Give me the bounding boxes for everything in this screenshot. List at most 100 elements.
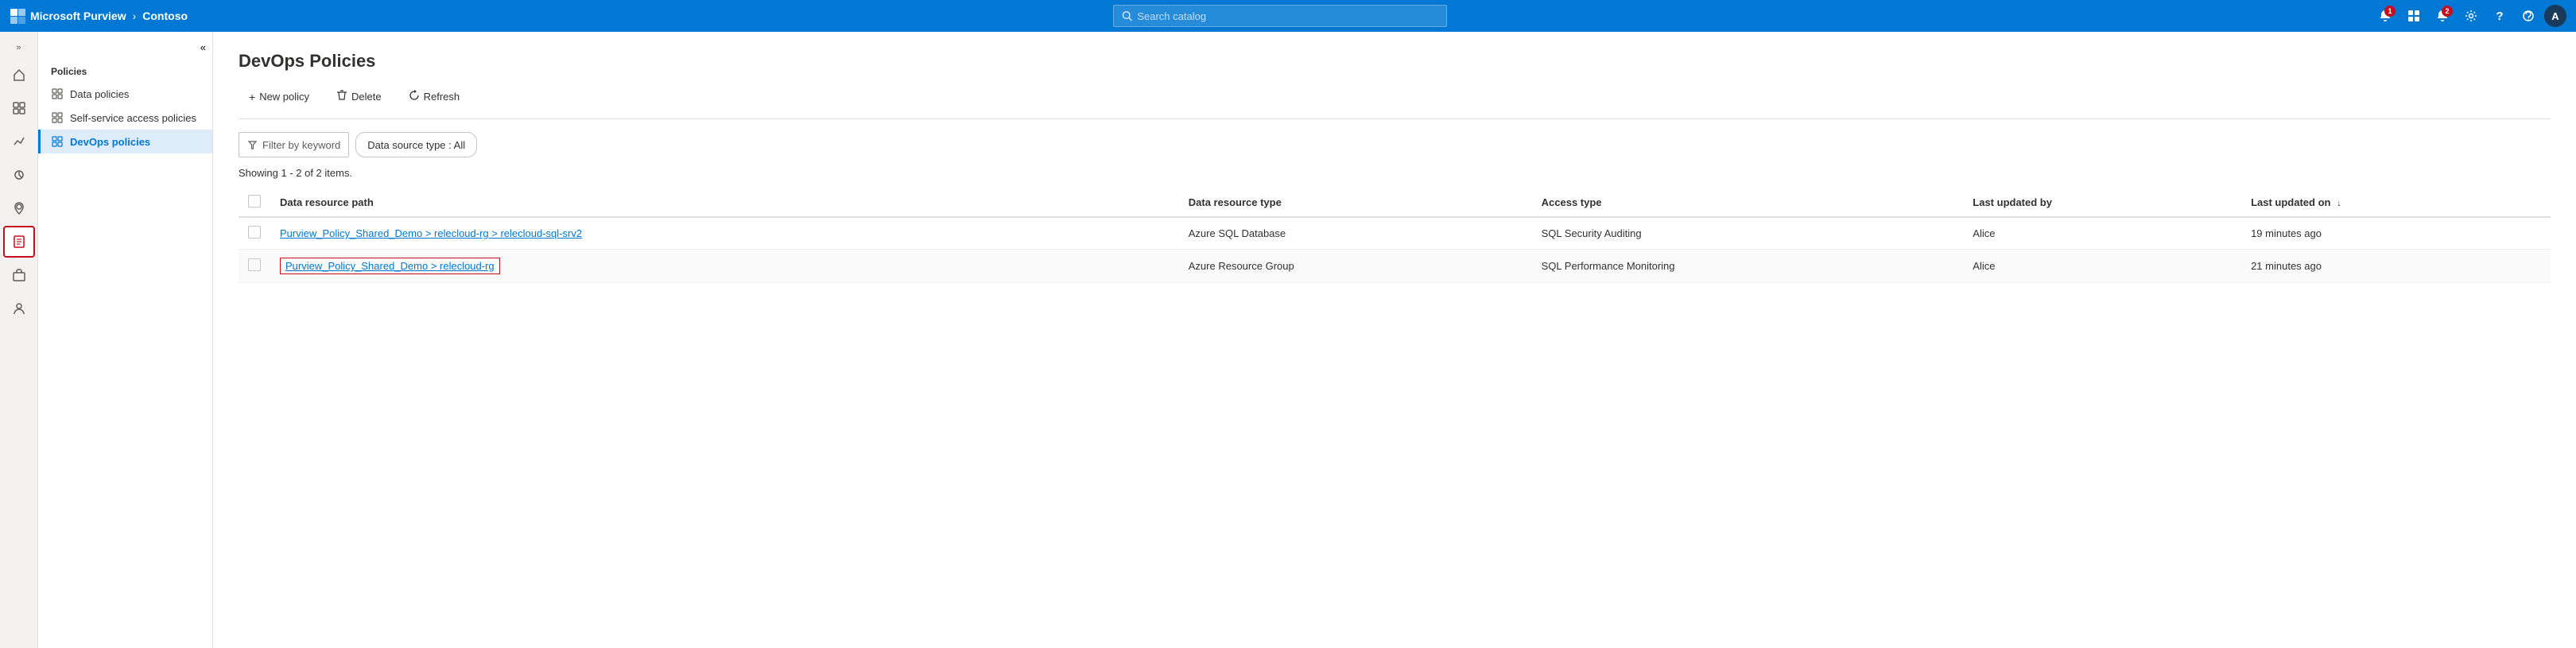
row-1-path-link[interactable]: Purview_Policy_Shared_Demo > relecloud-r… [280, 227, 582, 239]
notifications-2-badge: 2 [2442, 6, 2453, 17]
notifications-1-badge: 1 [2384, 6, 2396, 17]
data-resource-type-header: Data resource type [1189, 196, 1282, 208]
data-resource-type-column: Data resource type [1179, 188, 1532, 217]
last-updated-by-column: Last updated by [1963, 188, 2241, 217]
user-avatar[interactable]: A [2544, 5, 2566, 27]
data-policies-icon [51, 87, 64, 100]
help-button[interactable]: ? [2487, 3, 2512, 29]
table-row: Purview_Policy_Shared_Demo > relecloud-r… [239, 217, 2551, 250]
help-icon: ? [2496, 10, 2503, 23]
rail-insights-button[interactable] [3, 126, 35, 157]
policies-icon [12, 235, 26, 249]
new-policy-button[interactable]: + New policy [239, 85, 320, 109]
new-policy-icon: + [249, 91, 255, 103]
governance-icon [12, 168, 26, 182]
table-row: Purview_Policy_Shared_Demo > relecloud-r… [239, 250, 2551, 283]
devops-policies-label: DevOps policies [70, 136, 150, 148]
map-icon [12, 201, 26, 215]
settings-button[interactable] [2458, 3, 2484, 29]
last-updated-by-header: Last updated by [1973, 196, 2052, 208]
home-icon [12, 68, 26, 82]
refresh-button[interactable]: Refresh [398, 84, 471, 109]
apps-icon [2407, 10, 2420, 22]
tenant-name: Contoso [142, 10, 188, 22]
feedback-button[interactable] [2516, 3, 2541, 29]
purview-logo-icon [10, 8, 25, 24]
search-box[interactable] [1113, 5, 1447, 27]
showing-text: Showing 1 - 2 of 2 items. [239, 167, 2551, 179]
row-2-path: Purview_Policy_Shared_Demo > relecloud-r… [270, 250, 1179, 283]
insights-icon [12, 134, 26, 149]
rail-home-button[interactable] [3, 59, 35, 91]
sidebar-item-data-policies[interactable]: Data policies [38, 82, 212, 106]
new-policy-label: New policy [259, 91, 309, 103]
policy-table: Data resource path Data resource type Ac… [239, 188, 2551, 283]
brand-separator: › [133, 10, 137, 22]
search-input[interactable] [1137, 10, 1438, 22]
sidebar: « Policies Data policies [38, 32, 213, 648]
row-2-path-link[interactable]: Purview_Policy_Shared_Demo > relecloud-r… [280, 258, 500, 274]
rail-expand-button[interactable]: » [3, 38, 35, 57]
data-resource-path-column: Data resource path [270, 188, 1179, 217]
search-area [194, 5, 2366, 27]
search-icon [1122, 10, 1132, 21]
select-all-checkbox[interactable] [248, 195, 261, 208]
row-2-updated-on: 21 minutes ago [2241, 250, 2551, 283]
data-source-type-filter[interactable]: Data source type : All [355, 132, 477, 157]
feedback-icon [2522, 10, 2535, 22]
row-1-updated-on: 19 minutes ago [2241, 217, 2551, 250]
catalog-icon [12, 101, 26, 115]
nav-icons: 1 2 ? [2372, 3, 2566, 29]
data-policies-label: Data policies [70, 88, 129, 100]
row-2-resource-type: Azure Resource Group [1179, 250, 1532, 283]
filter-chip-label: Data source type : All [367, 139, 465, 151]
delete-icon [336, 90, 347, 103]
rail-catalog-button[interactable] [3, 92, 35, 124]
access-type-header: Access type [1542, 196, 1602, 208]
row-2-checkbox[interactable] [248, 258, 261, 271]
row-2-checkbox-cell [239, 250, 270, 283]
devops-policies-icon [51, 135, 64, 148]
rail-policies-button[interactable] [3, 226, 35, 258]
data-resource-path-header: Data resource path [280, 196, 374, 208]
brand-name: Microsoft Purview [30, 10, 126, 22]
sidebar-item-self-service[interactable]: Self-service access policies [38, 106, 212, 130]
page-title: DevOps Policies [239, 51, 2551, 72]
sidebar-section-title: Policies [38, 56, 212, 82]
sort-desc-icon: ↓ [2337, 199, 2341, 208]
filter-row: Filter by keyword Data source type : All [239, 132, 2551, 157]
rail-user-button[interactable] [3, 293, 35, 324]
row-1-checkbox-cell [239, 217, 270, 250]
settings-icon [2465, 10, 2477, 22]
sidebar-collapse-button[interactable]: « [38, 38, 212, 56]
last-updated-on-header: Last updated on [2251, 196, 2330, 208]
brand-logo[interactable]: Microsoft Purview › Contoso [10, 8, 188, 24]
notifications-1-button[interactable]: 1 [2372, 3, 2398, 29]
access-type-column: Access type [1532, 188, 1964, 217]
rail-map-button[interactable] [3, 192, 35, 224]
filter-keyword-input[interactable]: Filter by keyword [239, 132, 349, 157]
user-icon [12, 301, 26, 316]
rail-briefcase-button[interactable] [3, 259, 35, 291]
toolbar: + New policy Delete Refresh [239, 84, 2551, 119]
apps-button[interactable] [2401, 3, 2427, 29]
rail-governance-button[interactable] [3, 159, 35, 191]
briefcase-icon [12, 268, 26, 282]
select-all-column [239, 188, 270, 217]
delete-label: Delete [351, 91, 382, 103]
row-1-access-type: SQL Security Auditing [1532, 217, 1964, 250]
sidebar-item-devops-policies[interactable]: DevOps policies [38, 130, 212, 153]
icon-rail: » [0, 32, 38, 648]
row-1-checkbox[interactable] [248, 226, 261, 239]
main-content: DevOps Policies + New policy Delete [213, 32, 2576, 648]
refresh-icon [409, 90, 420, 103]
filter-icon [247, 140, 258, 150]
last-updated-on-column[interactable]: Last updated on ↓ [2241, 188, 2551, 217]
app-layout: » [0, 32, 2576, 648]
notifications-2-button[interactable]: 2 [2430, 3, 2455, 29]
refresh-label: Refresh [424, 91, 460, 103]
row-2-updated-by: Alice [1963, 250, 2241, 283]
row-1-resource-type: Azure SQL Database [1179, 217, 1532, 250]
delete-button[interactable]: Delete [326, 84, 392, 109]
row-1-path: Purview_Policy_Shared_Demo > relecloud-r… [270, 217, 1179, 250]
